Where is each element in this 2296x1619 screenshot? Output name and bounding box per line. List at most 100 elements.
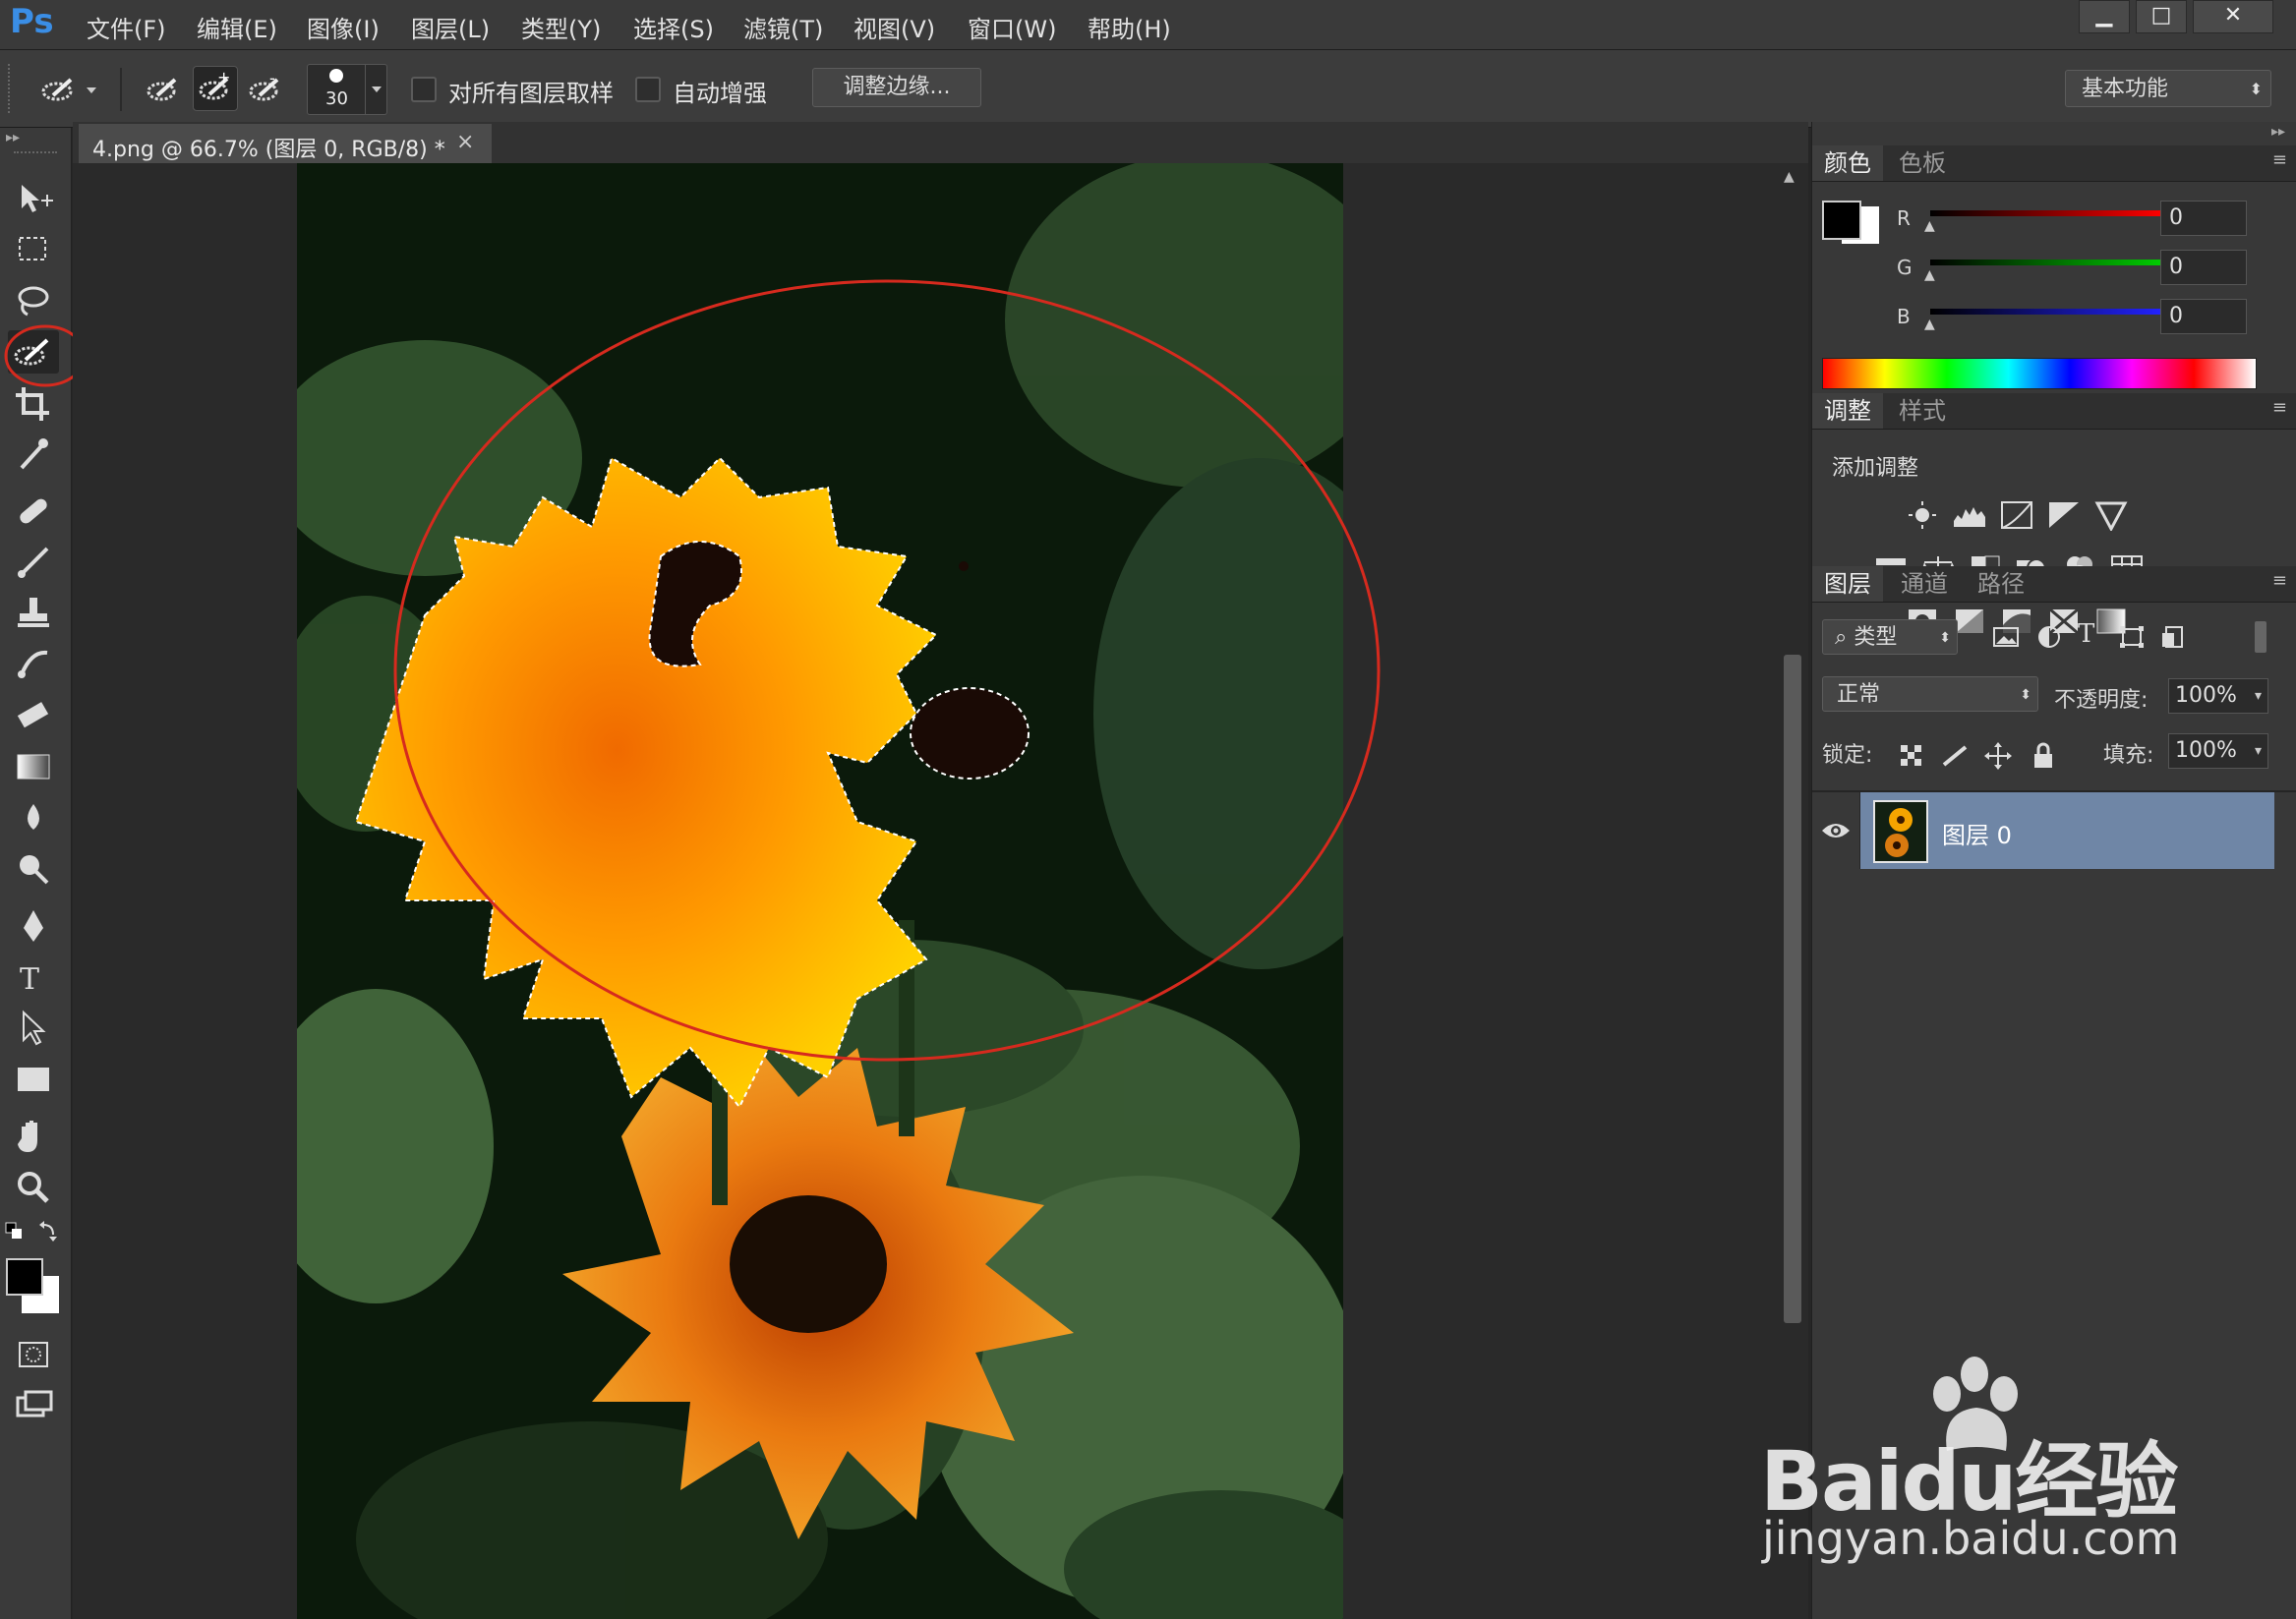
tab-styles[interactable]: 样式 bbox=[1887, 393, 1958, 429]
eye-icon[interactable] bbox=[1820, 820, 1852, 841]
subtract-from-selection-icon[interactable]: - bbox=[246, 69, 285, 109]
blur-tool-icon[interactable] bbox=[8, 796, 59, 839]
rectangle-tool-icon[interactable] bbox=[8, 1058, 59, 1101]
new-selection-icon[interactable] bbox=[144, 70, 183, 109]
color-fg-swatch[interactable] bbox=[1822, 201, 1861, 240]
lock-position-icon[interactable] bbox=[1983, 741, 2013, 771]
menu-help[interactable]: 帮助(H) bbox=[1088, 10, 1171, 44]
exposure-icon[interactable] bbox=[2046, 499, 2082, 531]
opacity-input[interactable]: 100% ▾ bbox=[2168, 678, 2268, 714]
chevron-down-icon[interactable]: ▾ bbox=[2255, 679, 2262, 713]
scroll-up-icon[interactable]: ▲ bbox=[1784, 169, 1795, 185]
r-slider[interactable] bbox=[1930, 210, 2162, 216]
pen-tool-icon[interactable] bbox=[8, 904, 59, 948]
close-document-icon[interactable]: × bbox=[456, 130, 474, 154]
menu-select[interactable]: 选择(S) bbox=[633, 10, 714, 44]
menu-file[interactable]: 文件(F) bbox=[87, 10, 166, 44]
menu-filter[interactable]: 滤镜(T) bbox=[743, 10, 823, 44]
tab-color[interactable]: 颜色 bbox=[1812, 145, 1883, 181]
expand-toolbox-icon[interactable]: ▸▸ bbox=[6, 130, 20, 145]
opacity-label: 不透明度: bbox=[2054, 688, 2149, 713]
refine-edge-button[interactable]: 调整边缘... bbox=[812, 68, 981, 107]
lock-image-pixels-icon[interactable] bbox=[1940, 743, 1970, 769]
document-tab[interactable]: 4.png @ 66.7% (图层 0, RGB/8) * × bbox=[79, 124, 492, 163]
chevron-down-icon[interactable]: ▾ bbox=[2255, 734, 2262, 768]
quick-selection-preset-icon[interactable] bbox=[37, 70, 96, 109]
g-value-input[interactable]: 0 bbox=[2160, 250, 2247, 285]
panel-menu-icon[interactable]: ≡ bbox=[2272, 149, 2287, 170]
b-slider-handle-icon[interactable]: ▲ bbox=[1924, 317, 1935, 332]
lock-all-icon[interactable] bbox=[2031, 741, 2056, 771]
vibrance-icon[interactable] bbox=[2093, 499, 2129, 533]
b-value-input[interactable]: 0 bbox=[2160, 299, 2247, 334]
dodge-tool-icon[interactable] bbox=[8, 847, 59, 891]
type-tool-icon[interactable]: T bbox=[8, 955, 59, 999]
default-colors-icon[interactable] bbox=[4, 1219, 63, 1243]
quick-mask-icon[interactable] bbox=[8, 1333, 59, 1376]
close-window-button[interactable]: ✕ bbox=[2193, 0, 2273, 33]
color-spectrum-bar[interactable] bbox=[1822, 358, 2257, 389]
history-brush-tool-icon[interactable] bbox=[8, 643, 59, 686]
lasso-tool-icon[interactable] bbox=[8, 279, 59, 322]
menu-image[interactable]: 图像(I) bbox=[307, 10, 380, 44]
blend-mode-select[interactable]: 正常 ⬍ bbox=[1822, 676, 2038, 712]
layer-filter-select[interactable]: ⌕ 类型 ⬍ bbox=[1822, 619, 1958, 655]
curves-icon[interactable] bbox=[1999, 499, 2034, 531]
fill-input[interactable]: 100% ▾ bbox=[2168, 733, 2268, 769]
filter-toggle-switch[interactable] bbox=[2255, 621, 2267, 653]
panel-menu-icon[interactable]: ≡ bbox=[2272, 397, 2287, 418]
tab-swatches[interactable]: 色板 bbox=[1887, 145, 1958, 181]
adjustment-layer-filter-icon[interactable] bbox=[2034, 623, 2064, 651]
healing-brush-tool-icon[interactable] bbox=[8, 490, 59, 533]
marquee-tool-icon[interactable] bbox=[8, 228, 59, 271]
minimize-button[interactable]: ▁ bbox=[2079, 0, 2130, 33]
tab-channels[interactable]: 通道 bbox=[1889, 566, 1960, 602]
tab-paths[interactable]: 路径 bbox=[1966, 566, 2036, 602]
clone-stamp-tool-icon[interactable] bbox=[8, 592, 59, 635]
tab-adjustments[interactable]: 调整 bbox=[1812, 393, 1883, 429]
lock-transparent-pixels-icon[interactable] bbox=[1899, 743, 1924, 769]
scrollbar-thumb[interactable] bbox=[1784, 655, 1801, 1323]
gradient-tool-icon[interactable] bbox=[8, 745, 59, 788]
shape-layer-filter-icon[interactable] bbox=[2117, 623, 2147, 651]
screen-mode-icon[interactable] bbox=[8, 1384, 59, 1427]
r-slider-handle-icon[interactable]: ▲ bbox=[1924, 218, 1935, 234]
panel-menu-icon[interactable]: ≡ bbox=[2272, 570, 2287, 591]
eyedropper-tool-icon[interactable] bbox=[8, 433, 59, 476]
smart-object-filter-icon[interactable] bbox=[2158, 623, 2188, 651]
foreground-color-swatch[interactable] bbox=[6, 1258, 43, 1296]
workspace-select[interactable]: 基本功能 ⬍ bbox=[2065, 70, 2271, 107]
photoshop-logo: Ps bbox=[10, 2, 54, 41]
eraser-tool-icon[interactable] bbox=[8, 694, 59, 737]
hand-tool-icon[interactable] bbox=[8, 1115, 59, 1158]
b-slider[interactable] bbox=[1930, 309, 2162, 315]
pixel-layer-filter-icon[interactable] bbox=[1991, 623, 2021, 651]
menu-type[interactable]: 类型(Y) bbox=[521, 10, 601, 44]
layer-name[interactable]: 图层 0 bbox=[1942, 816, 2012, 850]
menu-view[interactable]: 视图(V) bbox=[854, 10, 935, 44]
layer-visibility-cell[interactable] bbox=[1812, 792, 1860, 869]
r-value-input[interactable]: 0 bbox=[2160, 201, 2247, 236]
collapse-panels-icon[interactable]: ▸▸ bbox=[2271, 124, 2285, 140]
add-to-selection-icon[interactable]: + bbox=[193, 66, 238, 111]
maximize-button[interactable]: □ bbox=[2136, 0, 2187, 33]
menu-layer[interactable]: 图层(L) bbox=[411, 10, 490, 44]
path-selection-tool-icon[interactable] bbox=[8, 1007, 59, 1050]
brightness-contrast-icon[interactable] bbox=[1905, 499, 1940, 531]
g-slider-handle-icon[interactable]: ▲ bbox=[1924, 267, 1935, 283]
move-tool-icon[interactable] bbox=[8, 177, 59, 220]
layer-row[interactable]: 图层 0 bbox=[1812, 792, 2274, 869]
menu-window[interactable]: 窗口(W) bbox=[968, 10, 1056, 44]
zoom-tool-icon[interactable] bbox=[8, 1166, 59, 1209]
selection-highlight-ellipse bbox=[393, 279, 1381, 1062]
brush-dropdown-arrow-icon[interactable] bbox=[365, 65, 387, 114]
type-layer-filter-icon[interactable]: T bbox=[2078, 619, 2107, 651]
levels-icon[interactable] bbox=[1952, 499, 1987, 531]
g-slider[interactable] bbox=[1930, 260, 2162, 265]
menu-edit[interactable]: 编辑(E) bbox=[197, 10, 277, 44]
brush-size-picker[interactable]: 30 bbox=[307, 64, 387, 115]
brush-tool-icon[interactable] bbox=[8, 541, 59, 584]
tab-layers[interactable]: 图层 bbox=[1812, 566, 1883, 602]
auto-enhance-checkbox[interactable] bbox=[635, 77, 661, 102]
sample-all-layers-checkbox[interactable] bbox=[411, 77, 437, 102]
